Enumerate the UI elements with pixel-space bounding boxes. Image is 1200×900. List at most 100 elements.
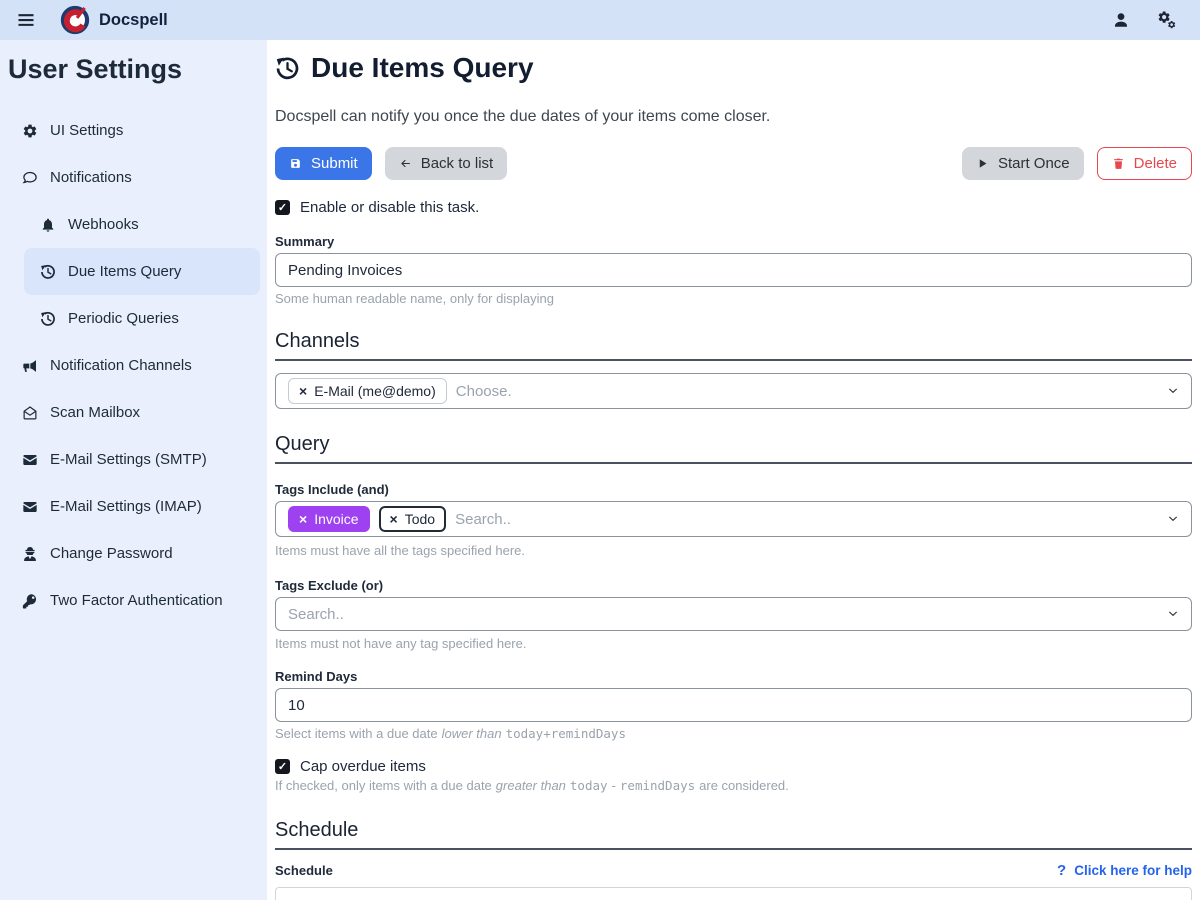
sidebar-item-ui-settings[interactable]: UI Settings — [0, 107, 267, 154]
navbar-right — [1112, 11, 1184, 29]
save-icon — [289, 157, 302, 170]
top-navbar: Docspell — [0, 0, 1200, 40]
tags-exclude-label: Tags Exclude (or) — [275, 578, 1192, 593]
sidebar-item-two-factor-auth[interactable]: Two Factor Authentication — [0, 577, 267, 624]
trash-icon — [1112, 157, 1125, 170]
user-icon[interactable] — [1112, 11, 1130, 29]
tag-chip-todo[interactable]: × Todo — [379, 506, 447, 532]
channels-placeholder: Choose. — [456, 383, 512, 400]
tags-exclude-hint: Items must not have any tag specified he… — [275, 636, 1192, 651]
enable-task-row: ✓ Enable or disable this task. — [275, 199, 1192, 216]
sidebar-item-label: Scan Mailbox — [50, 404, 140, 421]
remind-days-hint: Select items with a due datelower thanto… — [275, 726, 1192, 741]
enable-task-checkbox[interactable]: ✓ — [275, 200, 290, 215]
sidebar: User Settings UI Settings Notifications … — [0, 40, 267, 900]
sidebar-item-label: UI Settings — [50, 122, 123, 139]
schedule-table: Weekday Year Month Day Hour Minute * - — [275, 887, 1192, 900]
cap-overdue-label: Cap overdue items — [300, 758, 426, 775]
sidebar-item-change-password[interactable]: Change Password — [0, 530, 267, 577]
sidebar-item-due-items-query[interactable]: Due Items Query — [24, 248, 260, 295]
envelope-open-icon — [22, 405, 38, 421]
page-title-text: Due Items Query — [311, 52, 534, 84]
sidebar-item-label: Webhooks — [68, 216, 139, 233]
schedule-section-header: Schedule — [275, 819, 1192, 850]
sidebar-item-label: Change Password — [50, 545, 173, 562]
tags-include-multiselect[interactable]: × Invoice × Todo Search.. — [275, 501, 1192, 537]
tags-exclude-placeholder: Search.. — [288, 606, 344, 623]
envelope-icon — [22, 452, 38, 468]
sidebar-item-label: E-Mail Settings (SMTP) — [50, 451, 207, 468]
remind-days-label: Remind Days — [275, 669, 1192, 684]
submit-button[interactable]: Submit — [275, 147, 372, 180]
gear-icon — [22, 123, 38, 139]
bullhorn-icon — [22, 358, 38, 374]
tags-exclude-multiselect[interactable]: Search.. — [275, 597, 1192, 631]
query-section-header: Query — [275, 433, 1192, 464]
app: Docspell User Settings UI Settings Notif… — [0, 0, 1200, 900]
cap-overdue-hint: If checked, only items with a due dategr… — [275, 778, 1192, 793]
channels-multiselect[interactable]: × E-Mail (me@demo) Choose. — [275, 373, 1192, 409]
key-icon — [22, 593, 38, 609]
sidebar-item-label: Periodic Queries — [68, 310, 179, 327]
channels-section-header: Channels — [275, 330, 1192, 361]
check-icon: ✓ — [278, 201, 287, 214]
back-to-list-button[interactable]: Back to list — [385, 147, 508, 180]
history-icon — [40, 311, 56, 327]
tag-chip-invoice[interactable]: × Invoice — [288, 506, 370, 532]
chevron-down-icon — [1167, 385, 1179, 397]
page-description: Docspell can notify you once the due dat… — [275, 108, 1192, 126]
docspell-logo-icon — [60, 5, 90, 35]
sidebar-item-label: Due Items Query — [68, 263, 181, 280]
remove-chip-icon[interactable]: × — [299, 383, 307, 399]
start-once-button[interactable]: Start Once — [962, 147, 1084, 180]
sidebar-item-label: Notification Channels — [50, 357, 192, 374]
cap-overdue-row: ✓ Cap overdue items — [275, 758, 1192, 775]
sidebar-item-email-imap[interactable]: E-Mail Settings (IMAP) — [0, 483, 267, 530]
play-icon — [976, 157, 989, 170]
tags-include-label: Tags Include (and) — [275, 482, 1192, 497]
chevron-down-icon — [1167, 513, 1179, 525]
tags-include-placeholder: Search.. — [455, 511, 511, 528]
delete-button[interactable]: Delete — [1097, 147, 1192, 180]
enable-task-label: Enable or disable this task. — [300, 199, 479, 216]
summary-label: Summary — [275, 234, 1192, 249]
sidebar-item-notification-channels[interactable]: Notification Channels — [0, 342, 267, 389]
sidebar-item-label: Notifications — [50, 169, 132, 186]
page-title: Due Items Query — [275, 52, 1192, 84]
sidebar-item-notifications[interactable]: Notifications — [0, 154, 267, 201]
brand-name: Docspell — [99, 11, 168, 30]
comment-icon — [22, 170, 38, 186]
history-icon — [275, 56, 300, 81]
sidebar-item-webhooks[interactable]: Webhooks — [0, 201, 267, 248]
brand[interactable]: Docspell — [60, 5, 168, 35]
remove-chip-icon[interactable]: × — [390, 511, 398, 527]
sidebar-item-scan-mailbox[interactable]: Scan Mailbox — [0, 389, 267, 436]
cap-overdue-checkbox[interactable]: ✓ — [275, 759, 290, 774]
arrow-left-icon — [399, 157, 412, 170]
cogs-icon[interactable] — [1158, 11, 1176, 29]
schedule-label-row: Schedule ? Click here for help — [275, 862, 1192, 879]
tags-include-hint: Items must have all the tags specified h… — [275, 543, 1192, 558]
channel-chip[interactable]: × E-Mail (me@demo) — [288, 378, 447, 404]
sidebar-title: User Settings — [8, 54, 267, 85]
sidebar-item-email-smtp[interactable]: E-Mail Settings (SMTP) — [0, 436, 267, 483]
sidebar-item-periodic-queries[interactable]: Periodic Queries — [0, 295, 267, 342]
action-bar: Submit Back to list Start Once Delete — [275, 147, 1192, 180]
summary-input[interactable] — [275, 253, 1192, 287]
menu-bars-icon[interactable] — [16, 10, 36, 30]
user-secret-icon — [22, 546, 38, 562]
sidebar-item-label: E-Mail Settings (IMAP) — [50, 498, 202, 515]
remove-chip-icon[interactable]: × — [299, 511, 307, 527]
check-icon: ✓ — [278, 760, 287, 773]
remind-days-input[interactable] — [275, 688, 1192, 722]
chevron-down-icon — [1167, 608, 1179, 620]
bell-icon — [40, 217, 56, 233]
summary-hint: Some human readable name, only for displ… — [275, 291, 1192, 306]
sidebar-item-label: Two Factor Authentication — [50, 592, 223, 609]
question-icon: ? — [1057, 862, 1066, 879]
schedule-label: Schedule — [275, 863, 333, 878]
schedule-help-link[interactable]: ? Click here for help — [1057, 862, 1192, 879]
sidebar-menu: UI Settings Notifications Webhooks Due I… — [0, 107, 267, 624]
envelope-icon — [22, 499, 38, 515]
main-content: Due Items Query Docspell can notify you … — [267, 40, 1200, 900]
